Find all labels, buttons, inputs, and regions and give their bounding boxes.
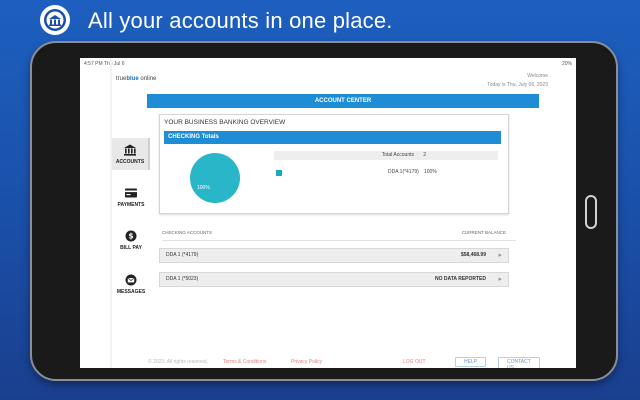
sidebar-item-label: ACCOUNTS xyxy=(115,159,145,165)
app-logo-icon xyxy=(40,5,70,35)
chevron-right-icon: ▸ xyxy=(498,252,502,259)
sidebar-item-bill-pay[interactable]: $ BILL PAY xyxy=(112,230,150,251)
legend-percent: 100% xyxy=(424,169,437,175)
contact-us-button[interactable]: CONTACT US xyxy=(498,357,540,368)
status-battery: 20% xyxy=(561,61,572,67)
checking-totals-header: CHECKING Totals xyxy=(164,131,501,144)
checking-accounts-heading: CHECKING ACCOUNTS xyxy=(162,230,213,235)
home-button[interactable] xyxy=(585,195,597,229)
privacy-link[interactable]: Privacy Policy xyxy=(291,359,322,365)
card-icon xyxy=(125,188,137,198)
checking-pie-chart: 100% xyxy=(190,153,240,203)
terms-link[interactable]: Terms & Conditions xyxy=(223,359,266,365)
banner-title: All your accounts in one place. xyxy=(88,8,393,33)
total-accounts-value: 2 xyxy=(423,152,426,158)
legend-account-name: DDA 1(*4179) xyxy=(388,169,419,175)
account-center-header: ACCOUNT CENTER xyxy=(147,94,539,108)
sidebar-item-payments[interactable]: PAYMENTS xyxy=(112,187,150,208)
current-balance-heading: CURRENT BALANCE xyxy=(461,230,506,235)
account-row[interactable]: DDA 1 (*4179) $58,468.99 ▸ xyxy=(159,248,509,263)
account-row[interactable]: DDA 1 (*5023) NO DATA REPORTED ▸ xyxy=(159,272,509,287)
account-balance: NO DATA REPORTED xyxy=(434,276,486,282)
status-time: 4:57 PM Thu Jul 6 xyxy=(84,61,125,67)
bank-icon xyxy=(124,144,136,156)
status-bar: 4:57 PM Thu Jul 6 20% xyxy=(80,58,576,70)
legend-swatch xyxy=(276,170,282,176)
accounts-table-header: CHECKING ACCOUNTS CURRENT BALANCE xyxy=(162,230,516,241)
sidebar-divider xyxy=(110,58,112,368)
legend-row: DDA 1(*4179) 100% xyxy=(276,169,476,177)
sidebar-item-label: MESSAGES xyxy=(116,289,146,295)
chevron-right-icon: ▸ xyxy=(498,276,502,283)
envelope-icon xyxy=(125,274,137,286)
overview-title: YOUR BUSINESS BANKING OVERVIEW xyxy=(164,119,286,126)
logout-link[interactable]: LOG OUT xyxy=(403,359,426,365)
pie-label: 100% xyxy=(197,185,210,191)
overview-card: YOUR BUSINESS BANKING OVERVIEW CHECKING … xyxy=(159,114,509,214)
welcome-block: Welcome Today is Thu, July 06, 2023 xyxy=(487,72,548,90)
total-accounts-label: Total Accounts xyxy=(381,152,414,158)
help-button[interactable]: HELP xyxy=(455,357,487,367)
brand-logo: trueblue online xyxy=(116,76,157,82)
sidebar-item-messages[interactable]: MESSAGES xyxy=(112,274,150,295)
sidebar-item-label: PAYMENTS xyxy=(117,202,145,208)
account-name: DDA 1 (*5023) xyxy=(166,276,199,282)
copyright-text: © 2023. All rights reserved. xyxy=(148,359,209,365)
today-date: Today is Thu, July 06, 2023 xyxy=(487,82,548,88)
svg-text:$: $ xyxy=(128,232,133,241)
account-balance: $58,468.99 xyxy=(460,252,486,258)
welcome-text: Welcome xyxy=(527,73,548,79)
app-screen: 4:57 PM Thu Jul 6 20% trueblue online We… xyxy=(80,58,576,368)
sidebar-item-label: BILL PAY xyxy=(120,245,142,251)
tablet-frame: 4:57 PM Thu Jul 6 20% trueblue online We… xyxy=(30,41,618,381)
sidebar-item-accounts[interactable]: ACCOUNTS xyxy=(112,138,150,170)
account-name: DDA 1 (*4179) xyxy=(166,252,199,258)
footer: © 2023. All rights reserved. Terms & Con… xyxy=(148,357,540,368)
total-accounts-row: Total Accounts 2 xyxy=(274,151,498,160)
dollar-icon: $ xyxy=(125,230,137,242)
